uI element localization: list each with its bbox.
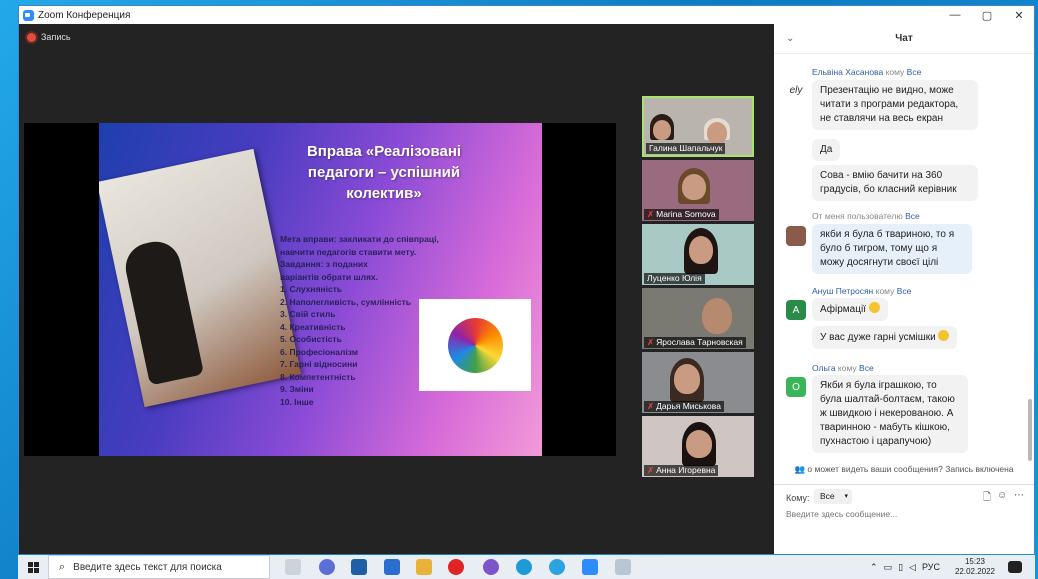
participant-tile[interactable]: ✗ Дарья Миськова xyxy=(642,352,754,413)
message-bubble: Презентацію не видно, може читати з прог… xyxy=(812,80,978,130)
search-icon: ⌕ xyxy=(59,560,66,573)
message-bubble: Сова - вмію бачити на 360 градусів, бо к… xyxy=(812,165,978,201)
shared-screen[interactable]: Вправа «Реалізовані педагоги – успішний … xyxy=(24,123,616,456)
message-bubble: Да xyxy=(812,139,841,161)
chat-message-input[interactable] xyxy=(786,509,1022,519)
skype-icon[interactable] xyxy=(516,559,532,575)
avatar: A xyxy=(786,300,806,320)
paint-icon[interactable] xyxy=(615,559,631,575)
taskbar-search[interactable]: ⌕ Введите здесь текст для поиска xyxy=(48,555,270,579)
muted-mic-icon: ✗ xyxy=(647,465,655,475)
zoom-window: Zoom Конференция — ▢ ✕ Запись Вправа «Ре… xyxy=(18,5,1035,554)
chat-title: Чат xyxy=(895,33,913,44)
participant-name: ✗ Анна Игоревна xyxy=(644,465,719,476)
notification-icon[interactable] xyxy=(1008,561,1022,573)
participant-tile[interactable]: Луценко Юлія xyxy=(642,224,754,285)
avatar: O xyxy=(786,377,806,397)
file-icon[interactable]: 🗋 xyxy=(983,490,991,507)
chat-privacy-notice: 👥 о может видеть ваши сообщения? Запись … xyxy=(794,464,1014,474)
message-bubble: У вас дуже гарні усмішки xyxy=(812,326,958,349)
message-sender: От меня пользователю Все xyxy=(812,211,920,221)
chat-scrollbar[interactable] xyxy=(1028,399,1032,461)
chat-composer: Кому: Все ▾ 🗋 ☺ ⋯ xyxy=(774,484,1034,554)
maximize-button[interactable]: ▢ xyxy=(971,6,1003,24)
telegram-icon[interactable] xyxy=(549,559,565,575)
minimize-button[interactable]: — xyxy=(939,6,971,24)
participant-name: ✗ Дарья Миськова xyxy=(644,401,724,412)
participant-name: ✗ Ярослава Тарновская xyxy=(644,337,746,348)
message-sender: Ольга кому Все xyxy=(812,363,874,373)
zoom-app-icon xyxy=(23,9,34,21)
message-bubble: Афірмації xyxy=(812,298,888,321)
recording-label: Запись xyxy=(41,32,71,42)
zoom-taskbar-icon[interactable] xyxy=(582,559,598,575)
more-icon[interactable]: ⋯ xyxy=(1014,490,1024,501)
message-sender: Ельвіна Хасанова кому Все xyxy=(812,67,922,77)
participant-name: Галина Шапальчук xyxy=(646,143,726,154)
system-tray: ⌃ ▭ ▯ ◁ РУС xyxy=(870,555,940,579)
messenger-icon[interactable] xyxy=(319,559,335,575)
smile-emoji-icon xyxy=(938,330,950,341)
message-bubble: якби я була б твариною, то я було б тигр… xyxy=(812,224,972,274)
participant-name: Луценко Юлія xyxy=(644,273,705,284)
message-sender: Ануш Петросян кому Все xyxy=(812,286,912,296)
file-explorer-icon[interactable] xyxy=(416,559,432,575)
recording-indicator[interactable]: Запись xyxy=(27,32,71,42)
store-icon[interactable] xyxy=(351,559,367,575)
windows-taskbar: ⌕ Введите здесь текст для поиска ⌃ ▭ ▯ ◁… xyxy=(18,555,1035,579)
avatar: ely xyxy=(789,84,803,96)
chevron-up-icon[interactable]: ⌃ xyxy=(870,562,878,573)
message-bubble: Якби я була іграшкою, то була шалтай-бол… xyxy=(812,375,968,453)
chat-panel: ⌄ Чат Ельвіна Хасанова кому Все ely През… xyxy=(774,24,1034,554)
volume-icon[interactable]: ◁ xyxy=(909,562,916,573)
participant-name: ✗ Marina Somova xyxy=(644,209,719,220)
start-button[interactable] xyxy=(18,555,48,579)
participant-tile[interactable]: ✗ Marina Somova xyxy=(642,160,754,221)
title-bar: Zoom Конференция — ▢ ✕ xyxy=(19,6,1034,24)
battery-icon[interactable]: ▯ xyxy=(898,562,903,573)
participant-tile[interactable]: ✗ Ярослава Тарновская xyxy=(642,288,754,349)
viber-icon[interactable] xyxy=(483,559,499,575)
muted-mic-icon: ✗ xyxy=(647,401,655,411)
presentation-slide: Вправа «Реалізовані педагоги – успішний … xyxy=(99,123,542,456)
opera-icon[interactable] xyxy=(448,559,464,575)
close-button[interactable]: ✕ xyxy=(1003,6,1035,24)
taskbar-clock[interactable]: 15:23 22.02.2022 xyxy=(951,557,999,577)
emoji-icon[interactable]: ☺ xyxy=(997,490,1007,501)
avatar xyxy=(786,226,806,246)
smile-emoji-icon xyxy=(868,302,880,313)
recipient-select[interactable]: Все ▾ xyxy=(814,489,852,504)
slide-title: Вправа «Реалізовані педагоги – успішний … xyxy=(306,143,462,202)
task-view-icon[interactable] xyxy=(285,559,301,575)
to-label: Кому: xyxy=(786,493,810,503)
window-title: Zoom Конференция xyxy=(38,9,131,21)
muted-mic-icon: ✗ xyxy=(647,337,655,347)
language-indicator[interactable]: РУС xyxy=(922,562,940,572)
network-icon[interactable]: ▭ xyxy=(884,562,893,573)
muted-mic-icon: ✗ xyxy=(647,209,655,219)
participant-tile[interactable]: ✗ Анна Игоревна xyxy=(642,416,754,477)
record-icon xyxy=(27,32,36,42)
chevron-down-icon: ▾ xyxy=(844,493,848,500)
chat-header: ⌄ Чат xyxy=(774,24,1034,54)
participant-tile[interactable]: Галина Шапальчук xyxy=(642,96,754,157)
slide-teamwork-logo xyxy=(419,299,531,391)
windows-logo-icon xyxy=(27,561,39,573)
mail-icon[interactable] xyxy=(384,559,400,575)
meeting-area: Запись Вправа «Реалізовані педагоги – ус… xyxy=(19,24,774,554)
